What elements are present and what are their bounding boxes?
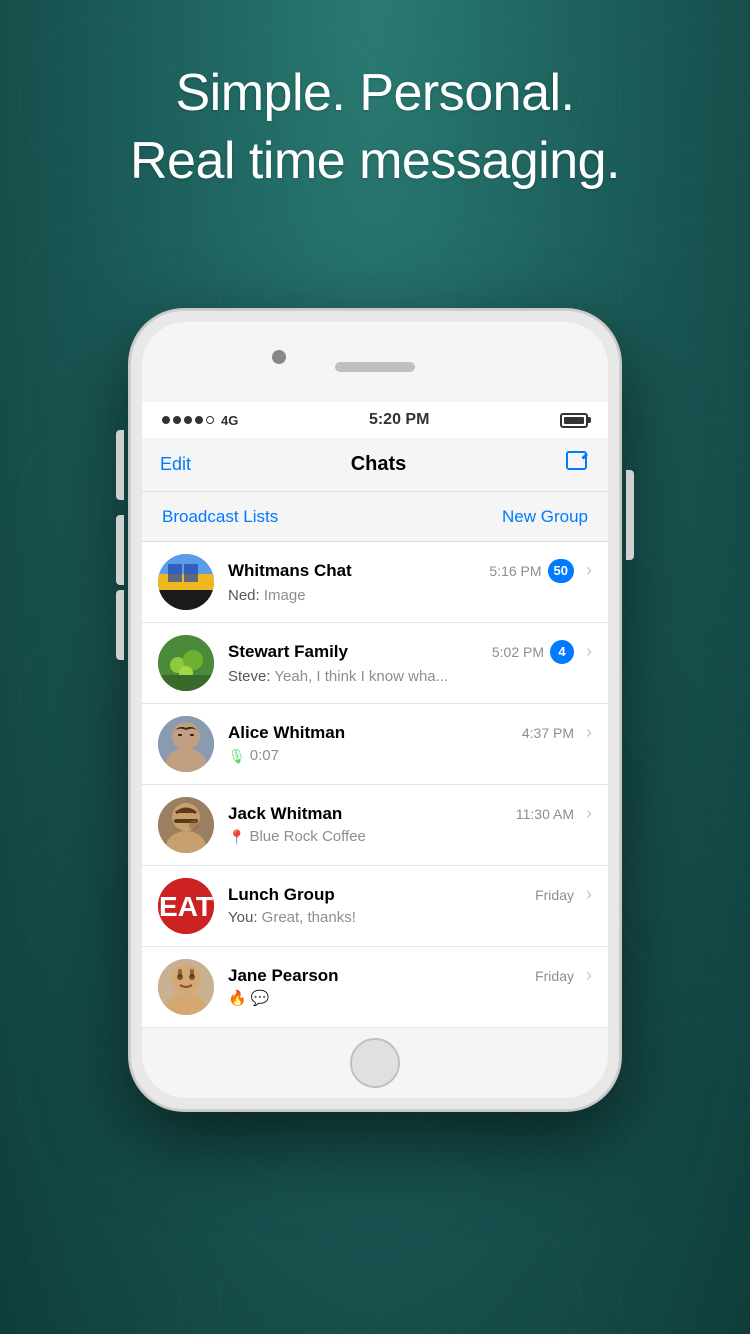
chat-item-alice[interactable]: Alice Whitman 4:37 PM › 🎙 0:07 bbox=[142, 704, 608, 785]
chat-preview-whitmans: Ned: Image bbox=[228, 586, 592, 606]
phone-inner: 4G 5:20 PM Edit Chats bbox=[142, 322, 608, 1098]
chat-time-stewart: 5:02 PM bbox=[492, 644, 544, 660]
mic-icon: 🎙 bbox=[228, 748, 246, 765]
signal-dot-1 bbox=[162, 416, 170, 424]
action-bar: Broadcast Lists New Group bbox=[142, 492, 608, 542]
chevron-stewart: › bbox=[586, 641, 592, 662]
signal-dot-3 bbox=[184, 416, 192, 424]
hero-section: Simple. Personal. Real time messaging. bbox=[0, 60, 750, 195]
chat-preview-lunch: You: Great, thanks! bbox=[228, 908, 592, 928]
compose-icon bbox=[566, 451, 590, 473]
avatar-whitmans bbox=[158, 554, 214, 610]
location-icon: 📍 bbox=[228, 829, 245, 846]
battery-icon bbox=[560, 413, 588, 428]
edit-button[interactable]: Edit bbox=[160, 454, 191, 475]
status-time: 5:20 PM bbox=[369, 411, 429, 429]
chevron-jack: › bbox=[586, 803, 592, 824]
chat-name-jane: Jane Pearson bbox=[228, 966, 339, 986]
home-button[interactable] bbox=[350, 1038, 400, 1088]
chat-item-jane[interactable]: Jane Pearson Friday › 🔥 💬 bbox=[142, 947, 608, 1028]
svg-text:EAT: EAT bbox=[159, 891, 213, 922]
avatar-jack bbox=[158, 797, 214, 853]
chat-preview-jane: 🔥 💬 bbox=[228, 989, 592, 1009]
chat-content-jane: Jane Pearson Friday › 🔥 💬 bbox=[228, 965, 592, 1009]
chat-content-whitmans: Whitmans Chat 5:16 PM 50 › Ned: Image bbox=[228, 559, 592, 606]
new-group-button[interactable]: New Group bbox=[502, 507, 588, 527]
screen: 4G 5:20 PM Edit Chats bbox=[142, 402, 608, 1028]
chat-item-stewart[interactable]: Stewart Family 5:02 PM 4 › Steve: Yeah, … bbox=[142, 623, 608, 704]
chat-list: Whitmans Chat 5:16 PM 50 › Ned: Image bbox=[142, 542, 608, 1028]
audio-duration: 0:07 bbox=[250, 746, 279, 766]
status-bar: 4G 5:20 PM bbox=[142, 402, 608, 438]
chat-time-jack: 11:30 AM bbox=[516, 806, 574, 822]
chat-time-whitmans: 5:16 PM bbox=[489, 563, 541, 579]
chat-preview-stewart: Steve: Yeah, I think I know wha... bbox=[228, 667, 592, 687]
compose-button[interactable] bbox=[566, 451, 590, 479]
signal-dot-5 bbox=[206, 416, 214, 424]
chat-content-stewart: Stewart Family 5:02 PM 4 › Steve: Yeah, … bbox=[228, 640, 592, 687]
chat-header-whitmans: Whitmans Chat 5:16 PM 50 › bbox=[228, 559, 592, 583]
chat-header-alice: Alice Whitman 4:37 PM › bbox=[228, 722, 592, 743]
hero-text: Simple. Personal. Real time messaging. bbox=[0, 60, 750, 195]
signal-dot-2 bbox=[173, 416, 181, 424]
chevron-whitmans: › bbox=[586, 560, 592, 581]
badge-stewart: 4 bbox=[550, 640, 574, 664]
chat-header-lunch: Lunch Group Friday › bbox=[228, 884, 592, 905]
chat-name-lunch: Lunch Group bbox=[228, 885, 335, 905]
avatar-jane bbox=[158, 959, 214, 1015]
avatar-stewart bbox=[158, 635, 214, 691]
chat-name-stewart: Stewart Family bbox=[228, 642, 348, 662]
battery-fill bbox=[564, 417, 584, 424]
chat-content-lunch: Lunch Group Friday › You: Great, thanks! bbox=[228, 884, 592, 928]
chat-header-stewart: Stewart Family 5:02 PM 4 › bbox=[228, 640, 592, 664]
chevron-lunch: › bbox=[586, 884, 592, 905]
chat-item-lunch[interactable]: EAT Lunch Group Friday › bbox=[142, 866, 608, 947]
avatar-alice bbox=[158, 716, 214, 772]
chat-time-lunch: Friday bbox=[535, 887, 574, 903]
avatar-lunch: EAT bbox=[158, 878, 214, 934]
chat-item-jack[interactable]: Jack Whitman 11:30 AM › 📍 Blue Rock Coff… bbox=[142, 785, 608, 866]
chat-content-jack: Jack Whitman 11:30 AM › 📍 Blue Rock Coff… bbox=[228, 803, 592, 847]
navigation-bar: Edit Chats bbox=[142, 438, 608, 492]
chat-item-whitmans[interactable]: Whitmans Chat 5:16 PM 50 › Ned: Image bbox=[142, 542, 608, 623]
phone-frame: 4G 5:20 PM Edit Chats bbox=[130, 310, 620, 1110]
chat-content-alice: Alice Whitman 4:37 PM › 🎙 0:07 bbox=[228, 722, 592, 766]
phone-wrapper: 4G 5:20 PM Edit Chats bbox=[130, 310, 620, 1110]
chat-name-jack: Jack Whitman bbox=[228, 804, 342, 824]
chat-preview-jack: 📍 Blue Rock Coffee bbox=[228, 827, 592, 847]
chat-name-whitmans: Whitmans Chat bbox=[228, 561, 352, 581]
chat-header-jane: Jane Pearson Friday › bbox=[228, 965, 592, 986]
chat-name-alice: Alice Whitman bbox=[228, 723, 345, 743]
bottom-bezel bbox=[142, 1028, 608, 1098]
location-text: Blue Rock Coffee bbox=[249, 827, 365, 847]
badge-whitmans: 50 bbox=[548, 559, 574, 583]
signal-dot-4 bbox=[195, 416, 203, 424]
nav-title: Chats bbox=[351, 453, 407, 476]
broadcast-lists-button[interactable]: Broadcast Lists bbox=[162, 507, 278, 527]
speaker bbox=[335, 362, 415, 372]
chat-time-alice: 4:37 PM bbox=[522, 725, 574, 741]
chevron-jane: › bbox=[586, 965, 592, 986]
front-camera bbox=[272, 350, 286, 364]
chat-header-jack: Jack Whitman 11:30 AM › bbox=[228, 803, 592, 824]
top-bezel bbox=[142, 322, 608, 402]
signal-area: 4G bbox=[162, 413, 238, 428]
chat-preview-alice: 🎙 0:07 bbox=[228, 746, 592, 766]
battery-area bbox=[560, 413, 588, 428]
chat-time-jane: Friday bbox=[535, 968, 574, 984]
network-type: 4G bbox=[221, 413, 238, 428]
chevron-alice: › bbox=[586, 722, 592, 743]
